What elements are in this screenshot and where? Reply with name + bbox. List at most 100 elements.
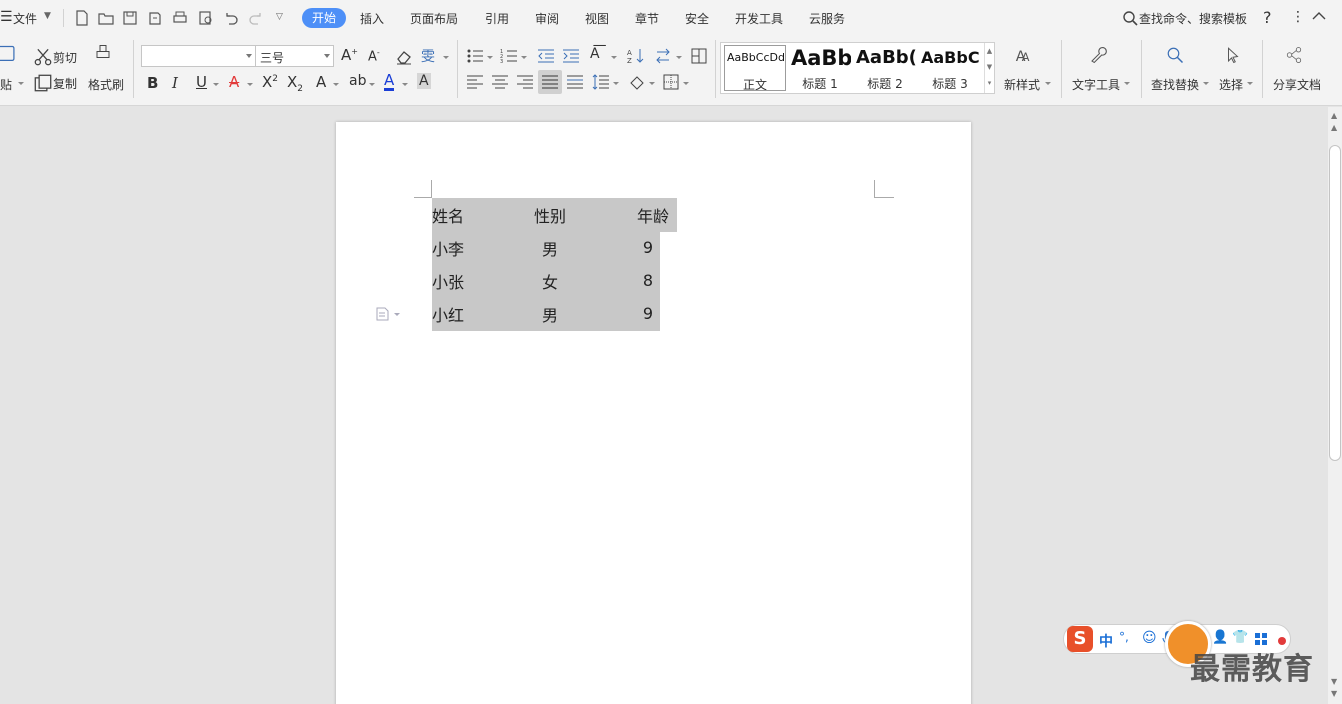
char-shading-icon[interactable]: A xyxy=(417,73,431,89)
scroll-up-icon[interactable]: ▲ xyxy=(1331,111,1337,120)
emoji-icon[interactable]: ☺ xyxy=(1142,630,1157,646)
document-page[interactable]: 姓名 性别 年龄 小李 男 9 小张 女 8 小红 男 9 xyxy=(336,122,971,704)
font-size-select[interactable]: 三号 xyxy=(255,45,334,67)
phonetic-guide-icon[interactable]: 雯 xyxy=(421,46,435,66)
style-heading-1[interactable]: AaBb 标题 1 xyxy=(789,45,851,91)
sogou-logo-icon[interactable]: S xyxy=(1067,626,1093,652)
copy-button[interactable]: 复制 xyxy=(53,75,77,92)
line-spacing-icon[interactable] xyxy=(592,73,610,91)
bullets-icon[interactable] xyxy=(466,47,484,65)
table-header-cell[interactable]: 姓名 xyxy=(432,198,514,231)
new-document-icon[interactable] xyxy=(74,10,90,26)
print-preview-icon[interactable] xyxy=(198,10,214,26)
font-name-select[interactable] xyxy=(141,45,256,67)
cut-button[interactable]: 剪切 xyxy=(53,49,77,66)
vertical-scrollbar[interactable]: ▲ ▲ ▼ ▼ xyxy=(1328,107,1342,704)
table-cell[interactable]: 8 xyxy=(586,264,675,297)
distribute-icon[interactable] xyxy=(566,73,584,91)
data-table[interactable]: 姓名 性别 年龄 小李 男 9 小张 女 8 小红 男 9 xyxy=(432,198,675,330)
format-painter-button[interactable]: 格式刷 xyxy=(88,76,124,93)
paste-options-icon[interactable] xyxy=(376,307,402,321)
show-marks-icon[interactable] xyxy=(690,47,708,65)
file-menu[interactable]: 文件 xyxy=(13,10,37,27)
justify-icon[interactable] xyxy=(538,70,562,94)
clear-format-icon[interactable] xyxy=(395,48,413,66)
text-tools-button[interactable]: 文字工具 xyxy=(1072,76,1120,93)
find-replace-button[interactable]: 查找替换 xyxy=(1151,76,1199,93)
text-effect-icon[interactable]: A xyxy=(316,73,326,91)
table-cell[interactable]: 男 xyxy=(514,297,586,330)
new-style-icon[interactable]: AA xyxy=(1015,46,1039,70)
cut-icon[interactable] xyxy=(34,48,52,66)
select-button[interactable]: 选择 xyxy=(1219,76,1243,93)
chevron-down-icon[interactable]: ▼ xyxy=(44,11,51,21)
style-heading-3[interactable]: AaBbC 标题 3 xyxy=(919,45,981,91)
sort-icon[interactable]: AZ xyxy=(627,47,645,65)
decrease-indent-icon[interactable] xyxy=(537,47,555,65)
align-left-icon[interactable] xyxy=(466,73,484,91)
font-color-icon[interactable]: A xyxy=(384,72,395,91)
paste-button[interactable]: 贴 xyxy=(0,76,12,93)
paste-icon[interactable] xyxy=(0,44,20,66)
share-icon[interactable] xyxy=(1285,46,1309,70)
bold-icon[interactable]: B xyxy=(147,74,158,92)
tab-security[interactable]: 安全 xyxy=(685,10,709,27)
align-right-icon[interactable] xyxy=(516,73,534,91)
table-header-cell[interactable]: 性别 xyxy=(514,198,586,231)
borders-icon[interactable] xyxy=(662,73,680,91)
search-icon[interactable] xyxy=(1122,10,1138,26)
table-cell[interactable]: 男 xyxy=(514,231,586,264)
select-cursor-icon[interactable] xyxy=(1224,46,1248,70)
save-icon[interactable] xyxy=(122,10,138,26)
user-icon[interactable]: 👤 xyxy=(1212,630,1228,645)
shrink-font-icon[interactable]: A- xyxy=(368,48,380,64)
style-heading-2[interactable]: AaBb( 标题 2 xyxy=(854,45,916,91)
undo-icon[interactable] xyxy=(223,10,239,26)
menu-icon[interactable]: ☰ xyxy=(0,9,13,25)
ime-punct-toggle[interactable]: °, xyxy=(1119,630,1129,644)
ime-mode-toggle[interactable]: 中 xyxy=(1099,631,1113,651)
open-folder-icon[interactable] xyxy=(98,10,114,26)
tab-references[interactable]: 引用 xyxy=(485,10,509,27)
table-cell[interactable]: 女 xyxy=(514,264,586,297)
subscript-icon[interactable]: X2 xyxy=(287,73,303,94)
chinese-layout-icon[interactable]: A͞ xyxy=(590,46,600,62)
tab-insert[interactable]: 插入 xyxy=(360,10,384,27)
command-search[interactable]: 查找命令、搜索模板 xyxy=(1139,10,1247,27)
redo-icon[interactable] xyxy=(248,10,264,26)
print-icon[interactable] xyxy=(172,10,188,26)
find-replace-icon[interactable] xyxy=(1166,46,1190,70)
shading-icon[interactable] xyxy=(628,73,646,91)
scroll-top-icon[interactable]: ▲ xyxy=(1331,123,1337,132)
tab-cloud[interactable]: 云服务 xyxy=(809,10,845,27)
copy-icon[interactable] xyxy=(34,74,52,92)
scrollbar-thumb[interactable] xyxy=(1329,145,1341,461)
collapse-ribbon-icon[interactable] xyxy=(1311,8,1327,24)
table-cell[interactable]: 小红 xyxy=(432,297,514,330)
format-painter-icon[interactable] xyxy=(94,44,116,68)
table-cell[interactable]: 9 xyxy=(586,297,675,330)
underline-icon[interactable]: U xyxy=(196,73,207,91)
table-cell[interactable]: 小张 xyxy=(432,264,514,297)
line-spacing-swap-icon[interactable] xyxy=(655,47,673,65)
tab-page-layout[interactable]: 页面布局 xyxy=(410,10,458,27)
superscript-icon[interactable]: X2 xyxy=(262,73,278,91)
style-normal[interactable]: AaBbCcDd 正文 xyxy=(724,45,786,91)
italic-icon[interactable]: I xyxy=(172,74,178,92)
share-document-button[interactable]: 分享文档 xyxy=(1273,76,1321,93)
scroll-down-icon[interactable]: ▼ xyxy=(1331,677,1337,686)
style-gallery-scroll[interactable]: ▲ ▼ ▾ xyxy=(984,43,994,93)
grow-font-icon[interactable]: A+ xyxy=(341,46,358,64)
align-center-icon[interactable] xyxy=(491,73,509,91)
numbering-icon[interactable]: 123 xyxy=(500,47,518,65)
new-style-button[interactable]: 新样式 xyxy=(1004,76,1040,93)
skin-shirt-icon[interactable]: 👕 xyxy=(1232,630,1248,645)
increase-indent-icon[interactable] xyxy=(562,47,580,65)
table-cell[interactable]: 9 xyxy=(586,231,675,264)
help-icon[interactable]: ? xyxy=(1263,8,1272,27)
table-header-cell[interactable]: 年龄 xyxy=(586,198,675,231)
tab-home[interactable]: 开始 xyxy=(302,8,347,28)
tab-chapter[interactable]: 章节 xyxy=(635,10,659,27)
export-pdf-icon[interactable] xyxy=(147,10,163,26)
tab-developer[interactable]: 开发工具 xyxy=(735,10,783,27)
